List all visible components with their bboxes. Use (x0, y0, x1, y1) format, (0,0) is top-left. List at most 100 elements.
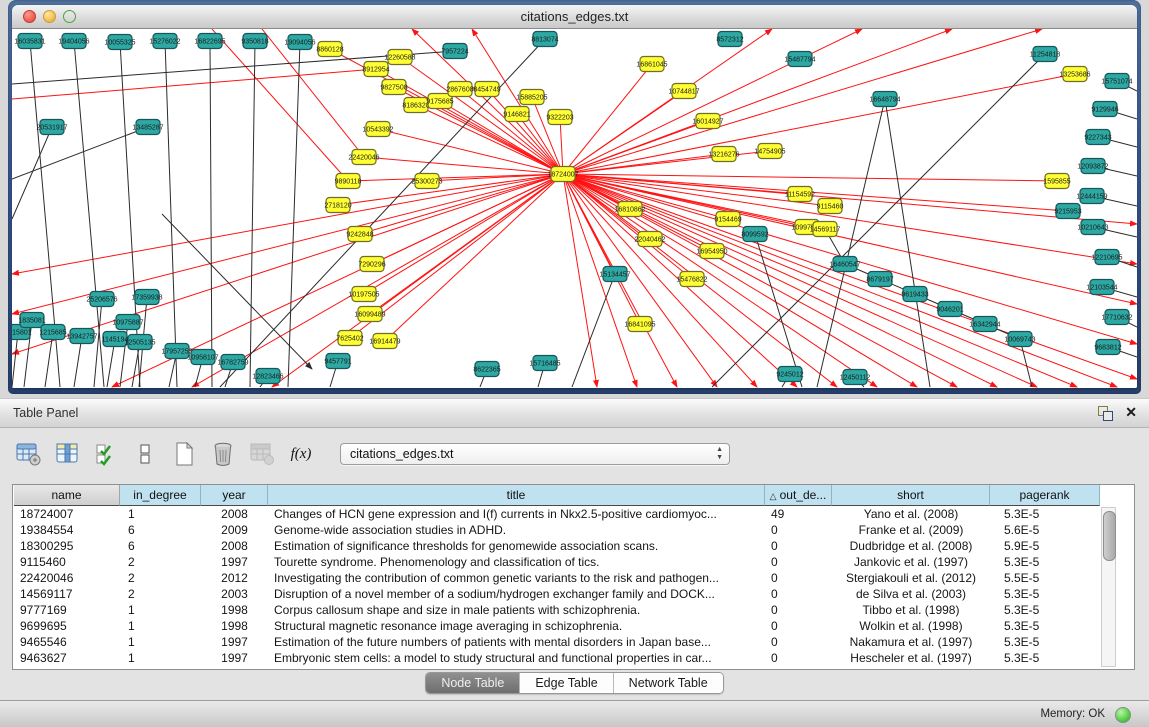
graph-node[interactable]: 17710632 (1101, 310, 1132, 325)
table-row[interactable]: 946362711997Embryonic stem cells: a mode… (14, 650, 1100, 666)
graph-node[interactable]: 16035831 (14, 34, 45, 49)
graph-node[interactable]: 10055325 (104, 35, 135, 50)
table-row[interactable]: 1872400712008Changes of HCN gene express… (14, 506, 1100, 522)
graph-node[interactable]: 1595855 (1043, 174, 1070, 189)
graph-node[interactable]: 14569117 (810, 222, 841, 237)
graph-node[interactable]: 11154592 (785, 187, 815, 202)
graph-edge[interactable] (272, 174, 563, 387)
column-header-in_degree[interactable]: in_degree (120, 485, 201, 506)
graph-node[interactable]: 7290296 (358, 257, 385, 272)
graph-edge[interactable] (210, 41, 212, 387)
graph-node[interactable]: 1215685 (39, 325, 66, 340)
column-header-pagerank[interactable]: pagerank (990, 485, 1100, 506)
table-row[interactable]: 1456911722003Disruption of a novel membe… (14, 586, 1100, 602)
graph-node[interactable]: 13942757 (66, 329, 97, 344)
graph-edge[interactable] (572, 274, 615, 387)
delete-table-icon[interactable] (209, 440, 237, 468)
graph-node[interactable]: 16460547 (829, 257, 860, 272)
graph-node[interactable]: 9146821 (503, 107, 530, 122)
graph-edge[interactable] (262, 29, 364, 157)
tab-node-table[interactable]: Node Table (426, 673, 520, 693)
graph-node[interactable]: 12450112 (840, 370, 871, 385)
table-scrollbar-thumb[interactable] (1103, 511, 1116, 561)
graph-node[interactable]: 8860128 (316, 42, 343, 57)
table-row[interactable]: 1830029562008Estimation of significance … (14, 538, 1100, 554)
function-builder-icon[interactable]: f(x) (287, 440, 315, 468)
window-titlebar[interactable]: citations_edges.txt (12, 5, 1137, 29)
table-row[interactable]: 969969511998Structural magnetic resonanc… (14, 618, 1100, 634)
graph-node[interactable]: 9350818 (241, 34, 268, 49)
show-column-icon[interactable] (53, 440, 81, 468)
graph-edge[interactable] (560, 117, 563, 174)
graph-node[interactable]: 12210695 (1091, 250, 1122, 265)
graph-edge[interactable] (885, 99, 930, 387)
tab-network-table[interactable]: Network Table (614, 673, 723, 693)
float-panel-icon[interactable] (1098, 406, 1113, 421)
graph-node[interactable]: 10210643 (1077, 220, 1108, 235)
graph-edge[interactable] (563, 29, 772, 174)
graph-edge[interactable] (165, 41, 177, 387)
graph-node[interactable]: 15716485 (529, 356, 560, 371)
graph-node[interactable]: 14754905 (754, 144, 785, 159)
graph-node[interactable]: 8454749 (473, 82, 500, 97)
graph-node[interactable]: 16954950 (696, 244, 727, 259)
graph-node[interactable]: 7625402 (336, 331, 363, 346)
table-scrollbar[interactable] (1101, 507, 1116, 667)
table-row[interactable]: 946554611997Estimation of the future num… (14, 634, 1100, 650)
graph-node[interactable]: 13485287 (132, 120, 163, 135)
graph-node[interactable]: 16342944 (969, 317, 1000, 332)
import-table-icon[interactable] (248, 440, 276, 468)
graph-node[interactable]: 10197505 (348, 287, 379, 302)
graph-node[interactable]: 12444159 (1076, 189, 1107, 204)
graph-node[interactable]: 15276022 (149, 34, 180, 49)
graph-node[interactable]: 16014927 (692, 114, 723, 129)
graph-node[interactable]: 9046201 (936, 302, 963, 317)
graph-node[interactable]: 15487794 (784, 52, 815, 67)
graph-edge[interactable] (563, 29, 1042, 174)
column-header-name[interactable]: name (14, 485, 120, 506)
table-row[interactable]: 1938455462009Genome-wide association stu… (14, 522, 1100, 538)
graph-node[interactable]: 10543392 (362, 122, 393, 137)
graph-node[interactable]: 16782759 (217, 355, 248, 370)
graph-node[interactable]: 18724007 (547, 167, 578, 182)
graph-node[interactable]: 12260588 (384, 50, 415, 65)
graph-node[interactable]: 2867608 (446, 82, 473, 97)
graph-node[interactable]: 13216276 (708, 147, 739, 162)
graph-edge[interactable] (192, 174, 563, 387)
graph-node[interactable]: 22040462 (634, 232, 665, 247)
graph-node[interactable]: 9890118 (335, 174, 362, 189)
graph-node[interactable]: 15885205 (516, 90, 547, 105)
graph-node[interactable]: 9154469 (714, 212, 741, 227)
graph-node[interactable]: 9322203 (546, 110, 573, 125)
graph-node[interactable]: 8679197 (866, 272, 893, 287)
graph-node[interactable]: 15751074 (1101, 74, 1132, 89)
graph-node[interactable]: 16099489 (354, 307, 385, 322)
table-row[interactable]: 911546021997Tourette syndrome. Phenomeno… (14, 554, 1100, 570)
graph-node[interactable]: 10069743 (1004, 332, 1035, 347)
table-row[interactable]: 977716911998Corpus callosum shape and si… (14, 602, 1100, 618)
graph-edge[interactable] (288, 42, 300, 387)
graph-node[interactable]: 9215953 (1054, 204, 1081, 219)
graph-node[interactable]: 15134457 (599, 267, 630, 282)
column-header-short[interactable]: short (832, 485, 990, 506)
graph-node[interactable]: 19094056 (284, 35, 315, 50)
graph-node[interactable]: 9457791 (324, 354, 351, 369)
graph-edge[interactable] (250, 41, 255, 387)
graph-node[interactable]: 8099592 (741, 227, 768, 242)
graph-edge[interactable] (563, 74, 1075, 174)
column-header-title[interactable]: title (268, 485, 765, 506)
graph-node[interactable]: 8912954 (362, 62, 389, 77)
graph-edge[interactable] (12, 174, 563, 354)
graph-node[interactable]: 16822695 (194, 34, 225, 49)
graph-node[interactable]: 20531917 (36, 120, 67, 135)
graph-edge[interactable] (45, 332, 53, 387)
table-row[interactable]: 2242004622012Investigating the contribut… (14, 570, 1100, 586)
graph-edge[interactable] (440, 101, 563, 174)
graph-node[interactable]: 2718120 (324, 198, 351, 213)
graph-node[interactable]: 9227343 (1084, 130, 1111, 145)
graph-node[interactable]: 12505135 (124, 335, 155, 350)
graph-node[interactable]: 9683812 (1094, 340, 1121, 355)
graph-node[interactable]: 16648794 (869, 92, 900, 107)
graph-node[interactable]: 10958107 (187, 350, 218, 365)
graph-node[interactable]: 16914479 (369, 334, 400, 349)
